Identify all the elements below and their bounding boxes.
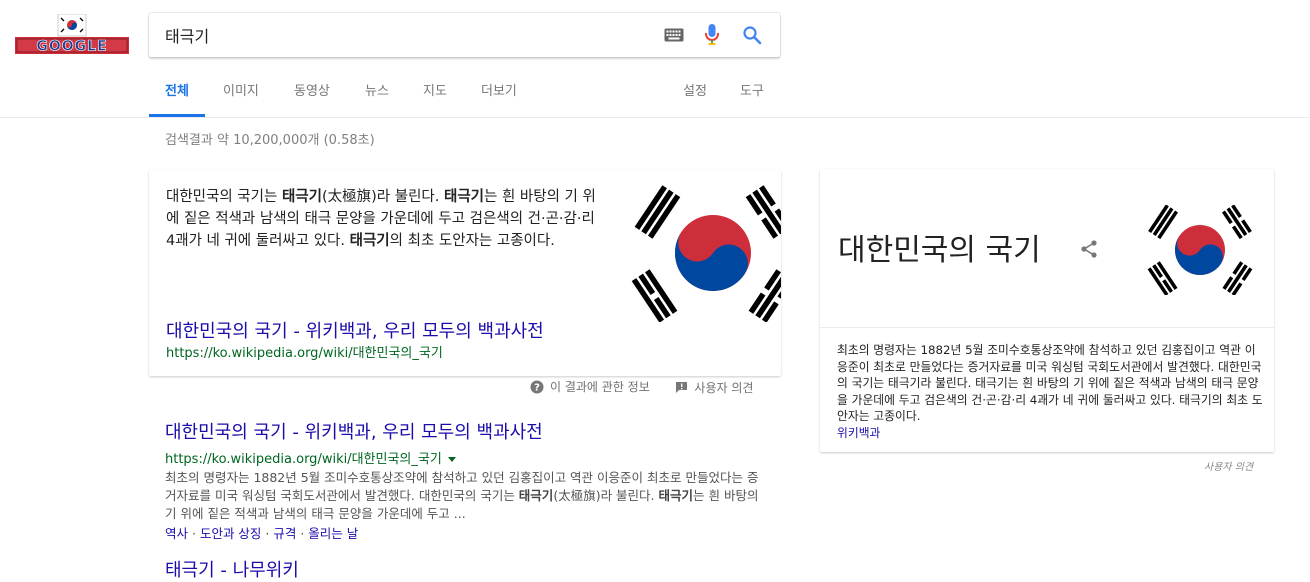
result-sitelinks: 역사 · 도안과 상징 · 규격 · 올리는 날 [165, 523, 765, 542]
taegukgi-thumbnail[interactable] [1146, 204, 1254, 296]
mic-icon[interactable] [700, 23, 724, 47]
knowledge-panel-description: 최초의 명령자는 1882년 5월 조미수호통상조약에 참석하고 있던 김홍집이… [837, 342, 1263, 441]
snippet-footer: ? 이 결과에 관한 정보 사용자 의견 [530, 378, 753, 397]
snippet-feedback-label: 사용자 의견 [694, 380, 754, 395]
tab-images[interactable]: 이미지 [223, 72, 259, 117]
featured-snippet: 대한민국의 국기는 태극기(太極旗)라 불린다. 태극기는 흰 바탕의 기 위에… [149, 170, 781, 376]
search-box [149, 13, 780, 57]
snippet-text: 대한민국의 국기는 태극기(太極旗)라 불린다. 태극기는 흰 바탕의 기 위에… [166, 186, 598, 252]
result-title-link[interactable]: 태극기 - 나무위키 [165, 556, 299, 582]
tab-all[interactable]: 전체 [149, 72, 205, 117]
help-icon: ? [530, 380, 544, 393]
svg-text:?: ? [534, 382, 540, 393]
sitelink-design[interactable]: 도안과 상징 [200, 526, 261, 541]
search-result: 대한민국의 국기 - 위키백과, 우리 모두의 백과사전 https://ko.… [165, 418, 765, 542]
taegukgi-image[interactable] [625, 180, 781, 322]
result-title-link[interactable]: 대한민국의 국기 - 위키백과, 우리 모두의 백과사전 [165, 418, 765, 444]
result-stats: 검색결과 약 10,200,000개 (0.58초) [165, 133, 375, 148]
sitelink-separator: · [188, 526, 200, 541]
sitelink-spec[interactable]: 규격 [273, 526, 296, 541]
result-url-text: https://ko.wikipedia.org/wiki/대한민국의_국기 [165, 452, 442, 467]
divider [820, 327, 1274, 328]
tab-more[interactable]: 더보기 [481, 72, 517, 117]
snippet-feedback-link[interactable]: 사용자 의견 [675, 379, 753, 396]
about-result-link[interactable]: ? 이 결과에 관한 정보 [530, 378, 650, 395]
feedback-icon [676, 381, 688, 393]
sitelink-separator: · [261, 526, 274, 541]
snippet-text-highlight: 태극기 [349, 233, 390, 249]
tab-videos[interactable]: 동영상 [294, 72, 330, 117]
tab-settings[interactable]: 설정 [683, 72, 707, 117]
url-dropdown-arrow-icon[interactable] [447, 457, 456, 462]
logo-text: GOOGLE [36, 39, 107, 55]
snippet-text-part: 의 최초 도안자는 고종이다. [389, 233, 555, 249]
sitelink-separator: · [296, 526, 309, 541]
result-url: https://ko.wikipedia.org/wiki/대한민국의_국기 [165, 448, 765, 467]
share-icon[interactable] [1077, 237, 1101, 261]
search-icon[interactable] [740, 23, 764, 47]
sitelink-raising-days[interactable]: 올리는 날 [308, 526, 358, 541]
snippet-text-highlight: 태극기 [443, 189, 485, 205]
about-result-label: 이 결과에 관한 정보 [550, 380, 650, 394]
result-desc-part: (太極旗)라 불린다. [553, 488, 659, 503]
knowledge-panel: 대한민국의 국기 최초의 명령자는 1882년 5월 조미수호통상조약에 참석하… [820, 169, 1274, 452]
knowledge-panel-title: 대한민국의 국기 [838, 233, 1041, 268]
kp-description-text: 최초의 명령자는 1882년 5월 조미수호통상조약에 참석하고 있던 김홍집이… [837, 343, 1263, 423]
snippet-text-highlight: 태극기 [281, 189, 322, 205]
sitelink-history[interactable]: 역사 [165, 526, 188, 541]
tab-maps[interactable]: 지도 [423, 72, 447, 117]
tab-tools[interactable]: 도구 [740, 72, 764, 117]
search-input[interactable] [165, 13, 635, 57]
result-description: 최초의 명령자는 1882년 5월 조미수호통상조약에 참석하고 있던 김홍집이… [165, 469, 765, 523]
knowledge-panel-feedback-link[interactable]: 사용자 의견 [1204, 458, 1253, 473]
snippet-text-part: (太極旗)라 불린다. [321, 189, 444, 205]
google-doodle-logo[interactable]: GOOGLE [15, 13, 129, 58]
result-desc-highlight: 태극기 [658, 488, 694, 503]
snippet-title-link[interactable]: 대한민국의 국기 - 위키백과, 우리 모두의 백과사전 [166, 317, 544, 343]
tab-news[interactable]: 뉴스 [365, 72, 389, 117]
keyboard-icon[interactable] [662, 23, 686, 47]
snippet-url: https://ko.wikipedia.org/wiki/대한민국의_국기 [166, 346, 443, 361]
wikipedia-source-link[interactable]: 위키백과 [837, 426, 880, 440]
header: GOOGLE 태극기 전체 이미지 동영상 뉴스 지도 더보기 설정 도구 [0, 0, 1310, 118]
result-desc-highlight: 태극기 [518, 488, 554, 503]
snippet-text-part: 대한민국의 국기는 [166, 189, 282, 205]
